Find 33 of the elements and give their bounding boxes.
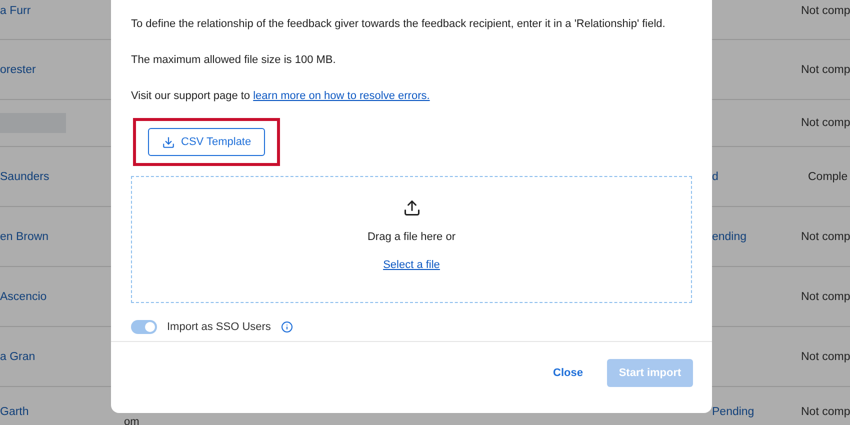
participant-name[interactable]: orester (0, 64, 36, 76)
completion-status: Comple (808, 170, 849, 182)
participant-name[interactable]: a Furr (0, 5, 31, 17)
completion-status: Not comp (801, 350, 850, 362)
completion-status: Not comp (801, 230, 850, 242)
toggle-label: Import as SSO Users (167, 321, 271, 333)
status-link[interactable]: d (712, 170, 718, 182)
dropzone-text: Drag a file here or (367, 231, 456, 243)
download-icon (162, 136, 175, 148)
support-link[interactable]: learn more on how to resolve errors. (253, 90, 430, 102)
participant-name[interactable]: en Brown (0, 230, 49, 242)
dialog-text: Visit our support page to learn more on how to resolve errors. (131, 89, 431, 103)
status-link[interactable]: ending (712, 230, 747, 242)
dialog-text: To define the relationship of the feedback giver towards the feedback recipient, enter it in a 'Relationship' field. (131, 17, 666, 31)
completion-status: Not comp (801, 117, 850, 129)
dialog-text: The maximum allowed file size is 100 MB. (131, 53, 337, 67)
completion-status: Not comp (801, 290, 850, 302)
close-button[interactable]: Close (547, 366, 589, 380)
file-dropzone[interactable]: Drag a file here or Select a file (131, 176, 692, 303)
participant-name[interactable]: Ascencio (0, 290, 47, 302)
completion-status: Not comp (801, 406, 850, 418)
completion-status: Not comp (801, 5, 850, 17)
participant-name[interactable]: Garth (0, 406, 29, 418)
info-icon[interactable] (280, 321, 293, 333)
participant-name[interactable]: Saunders (0, 170, 50, 182)
status-link[interactable]: Pending (712, 406, 754, 418)
select-file-link[interactable]: Select a file (383, 259, 440, 271)
participant-name[interactable]: a Gran (0, 350, 36, 362)
upload-icon (402, 199, 420, 217)
table-cell: om (124, 418, 140, 425)
completion-status: Not comp (801, 64, 850, 76)
sso-toggle[interactable] (131, 320, 157, 334)
csv-template-button[interactable]: CSV Template (148, 128, 266, 156)
